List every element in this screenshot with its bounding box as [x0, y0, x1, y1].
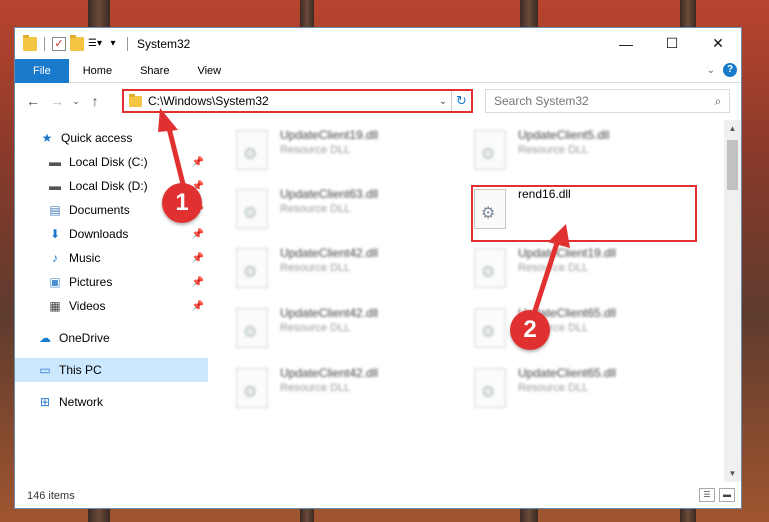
callout-2: 2: [510, 310, 550, 350]
arrow-2-head: [548, 224, 570, 248]
callout-1: 1: [162, 183, 202, 223]
arrow-2: [529, 239, 561, 321]
arrow-1-head: [158, 108, 178, 132]
annotation-arrows: [158, 108, 570, 321]
